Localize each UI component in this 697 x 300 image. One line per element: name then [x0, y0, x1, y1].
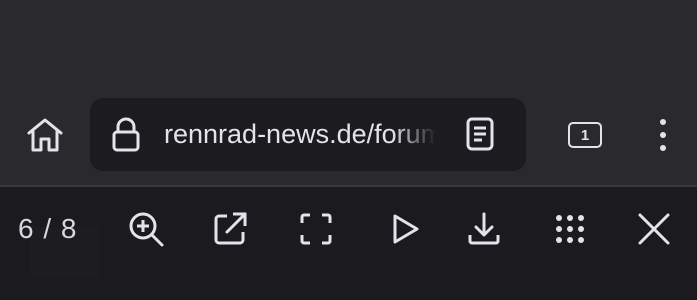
zoom-in-icon [129, 212, 164, 247]
image-viewer-toolbar: 6 / 8 [0, 187, 697, 300]
tabs-button[interactable]: 1 [560, 112, 610, 158]
fullscreen-icon [300, 213, 332, 245]
open-external-button[interactable] [206, 205, 254, 253]
fullscreen-button[interactable] [292, 205, 340, 253]
menu-button[interactable] [645, 112, 681, 158]
address-bar[interactable]: rennrad-news.de/forum [90, 98, 526, 171]
more-vertical-icon [660, 119, 666, 151]
zoom-in-button[interactable] [122, 205, 170, 253]
gallery-grid-button[interactable] [546, 205, 594, 253]
home-button[interactable] [18, 110, 72, 160]
close-viewer-button[interactable] [630, 205, 678, 253]
download-icon [468, 212, 500, 245]
close-icon [638, 213, 670, 245]
home-icon [27, 118, 63, 152]
grid-icon [556, 215, 584, 243]
slideshow-button[interactable] [380, 205, 428, 253]
play-icon [393, 214, 419, 244]
lock-icon [112, 117, 140, 152]
page-counter: 6 / 8 [18, 213, 78, 244]
url-text[interactable]: rennrad-news.de/forum [164, 98, 436, 171]
share-external-icon [214, 212, 247, 245]
reader-mode-icon[interactable] [462, 115, 498, 153]
download-button[interactable] [460, 205, 508, 253]
tab-count-badge: 1 [568, 122, 602, 148]
